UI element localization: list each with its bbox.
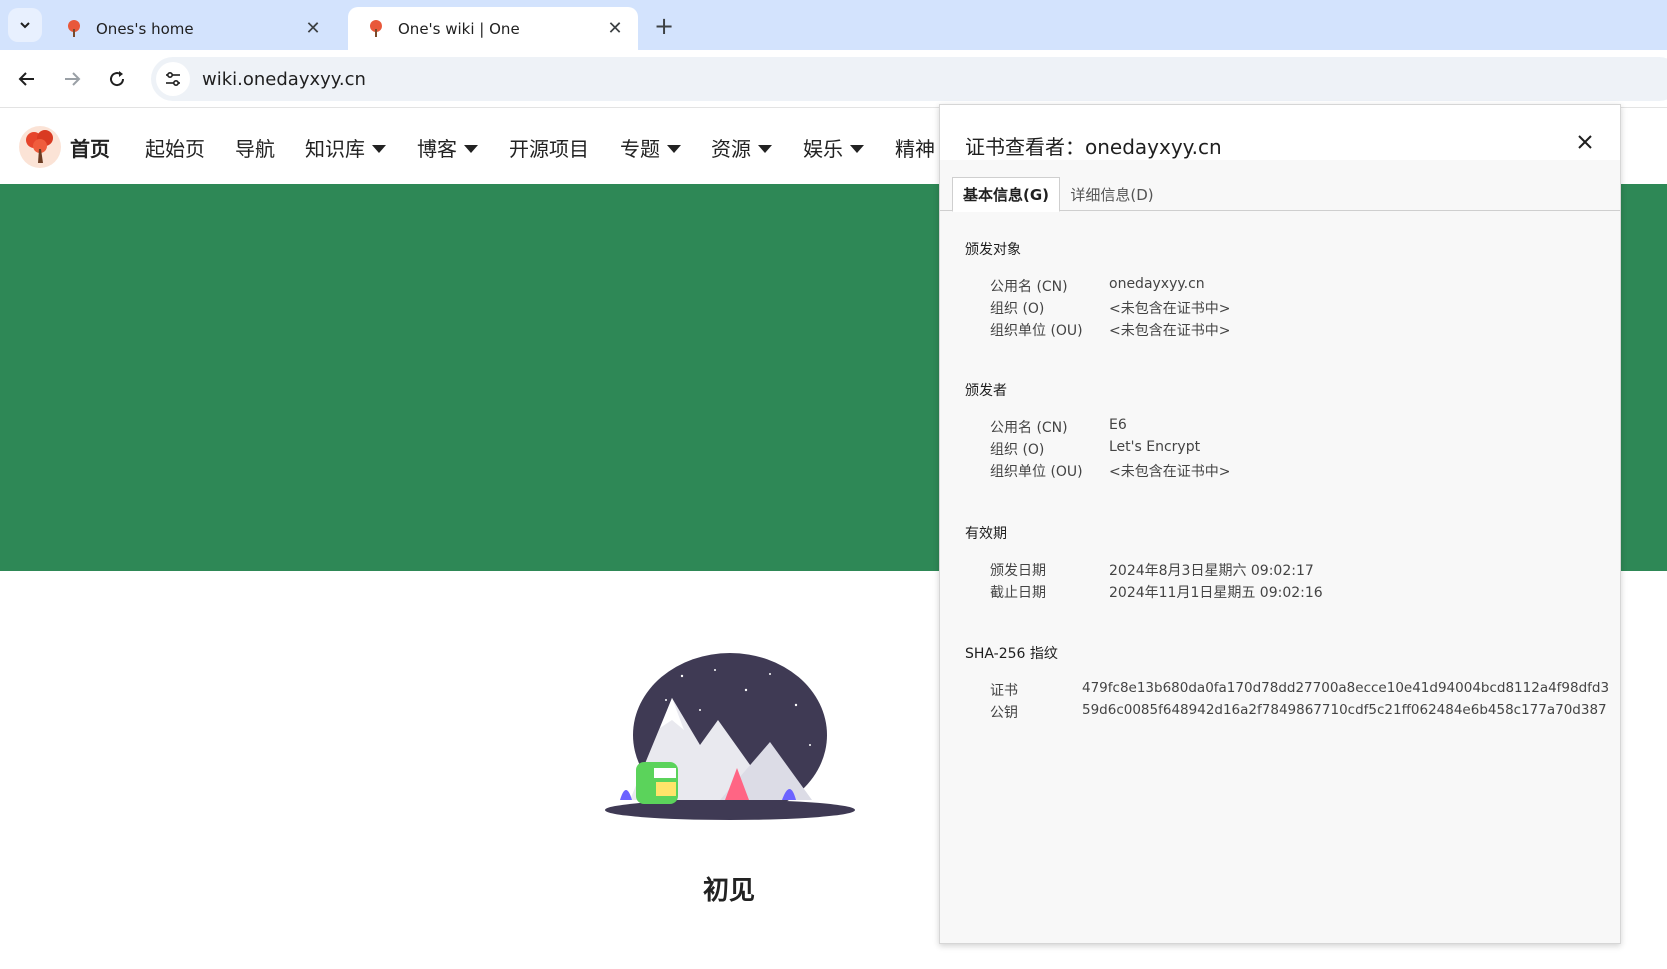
fingerprint-value: 59d6c0085f648942d16a2f7849867710cdf5c21f… — [1082, 702, 1607, 718]
field-label: 截止日期 — [990, 585, 1046, 601]
tab-ones-home[interactable]: Ones's home ✕ — [46, 7, 336, 50]
new-tab-button[interactable]: + — [650, 12, 678, 40]
tab-general[interactable]: 基本信息(G) — [952, 177, 1060, 212]
field-value: <未包含在证书中> — [1109, 464, 1231, 480]
nav-item-entertainment[interactable]: 娱乐 — [803, 133, 864, 162]
field-value: E6 — [1109, 417, 1127, 433]
field-value: Let's Encrypt — [1109, 439, 1201, 455]
nav-item-resources[interactable]: 资源 — [711, 133, 772, 162]
site-info-button[interactable] — [156, 62, 190, 96]
field-label: 公钥 — [990, 705, 1018, 721]
tune-icon — [166, 71, 180, 87]
tab-close-icon[interactable]: ✕ — [302, 18, 324, 40]
chevron-down-icon — [20, 22, 30, 29]
dialog-close-button[interactable] — [1572, 129, 1598, 155]
caret-down-icon — [372, 145, 386, 153]
tree-logo-icon[interactable] — [18, 125, 62, 169]
arrow-right-icon — [65, 72, 81, 86]
field-value: 2024年8月3日星期六 09:02:17 — [1109, 563, 1314, 579]
section-title-fingerprints: SHA-256 指纹 — [965, 646, 1058, 662]
reload-icon — [110, 71, 125, 87]
tree-favicon-icon — [370, 19, 382, 37]
caret-down-icon — [758, 145, 772, 153]
nav-item-opensource[interactable]: 开源项目 — [509, 133, 589, 162]
tab-strip: Ones's home ✕ One's wiki | One ✕ + — [0, 0, 1667, 50]
field-label: 组织单位 (OU) — [990, 464, 1083, 480]
nav-item-spirit[interactable]: 精神 — [895, 133, 935, 162]
field-label: 证书 — [990, 683, 1018, 699]
fingerprint-value: 479fc8e13b680da0fa170d78dd27700a8ecce10e… — [1082, 680, 1610, 696]
close-icon — [1578, 135, 1592, 149]
tab-title: Ones's home — [96, 19, 194, 38]
certificate-viewer-dialog: 证书查看者：onedayxyy.cn 基本信息(G) 详细信息(D) 颁发对象 … — [939, 104, 1621, 944]
tab-close-icon[interactable]: ✕ — [604, 18, 626, 40]
section-title-issued-to: 颁发对象 — [965, 242, 1021, 258]
tab-ones-wiki[interactable]: One's wiki | One ✕ — [348, 7, 638, 50]
tab-search-button[interactable] — [8, 8, 42, 42]
url-text: wiki.onedayxyy.cn — [202, 68, 366, 90]
arrow-left-icon — [18, 72, 34, 86]
dialog-tabs: 基本信息(G) 详细信息(D) — [940, 177, 1620, 212]
field-value: <未包含在证书中> — [1109, 301, 1231, 317]
nav-item-label: 资源 — [711, 137, 751, 161]
tab-details[interactable]: 详细信息(D) — [1062, 177, 1162, 211]
nav-item-label: 专题 — [620, 137, 660, 161]
caret-down-icon — [667, 145, 681, 153]
field-label: 组织单位 (OU) — [990, 323, 1083, 339]
field-label: 组织 (O) — [990, 301, 1045, 317]
reload-button[interactable] — [100, 62, 134, 96]
nav-item-label: 起始页 — [145, 137, 205, 161]
field-value: onedayxyy.cn — [1109, 276, 1205, 292]
field-value: <未包含在证书中> — [1109, 323, 1231, 339]
nav-item-label: 博客 — [417, 137, 457, 161]
home-link[interactable]: 首页 — [70, 133, 110, 162]
back-button[interactable] — [10, 62, 44, 96]
field-label: 组织 (O) — [990, 442, 1045, 458]
nav-item-label: 精神 — [895, 137, 935, 161]
caret-down-icon — [850, 145, 864, 153]
field-label: 公用名 (CN) — [990, 420, 1068, 436]
dialog-body: 颁发对象 公用名 (CN) onedayxyy.cn 组织 (O) <未包含在证… — [940, 212, 1620, 942]
tree-favicon-icon — [68, 19, 80, 37]
browser-toolbar: wiki.onedayxyy.cn — [0, 50, 1667, 108]
nav-item-label: 导航 — [235, 137, 275, 161]
field-value: 2024年11月1日星期五 09:02:16 — [1109, 585, 1323, 601]
address-bar[interactable]: wiki.onedayxyy.cn — [151, 57, 1667, 101]
forward-button[interactable] — [55, 62, 89, 96]
nav-item-label: 知识库 — [305, 137, 365, 161]
nav-item-topics[interactable]: 专题 — [620, 133, 681, 162]
mountain-night-illustration — [605, 653, 855, 820]
nav-item-blog[interactable]: 博客 — [417, 133, 478, 162]
dialog-title: 证书查看者：onedayxyy.cn — [965, 135, 1222, 159]
field-label: 颁发日期 — [990, 563, 1046, 579]
section-title-validity: 有效期 — [965, 526, 1007, 542]
nav-item-knowledge[interactable]: 知识库 — [305, 133, 386, 162]
dialog-header: 证书查看者：onedayxyy.cn — [940, 105, 1620, 160]
field-label: 公用名 (CN) — [990, 279, 1068, 295]
nav-item-label: 娱乐 — [803, 137, 843, 161]
nav-item-label: 开源项目 — [509, 137, 589, 161]
nav-item-start[interactable]: 起始页 — [145, 133, 205, 162]
nav-item-navigation[interactable]: 导航 — [235, 133, 275, 162]
section-title-issued-by: 颁发者 — [965, 383, 1007, 399]
tab-title: One's wiki | One — [398, 19, 520, 38]
caret-down-icon — [464, 145, 478, 153]
